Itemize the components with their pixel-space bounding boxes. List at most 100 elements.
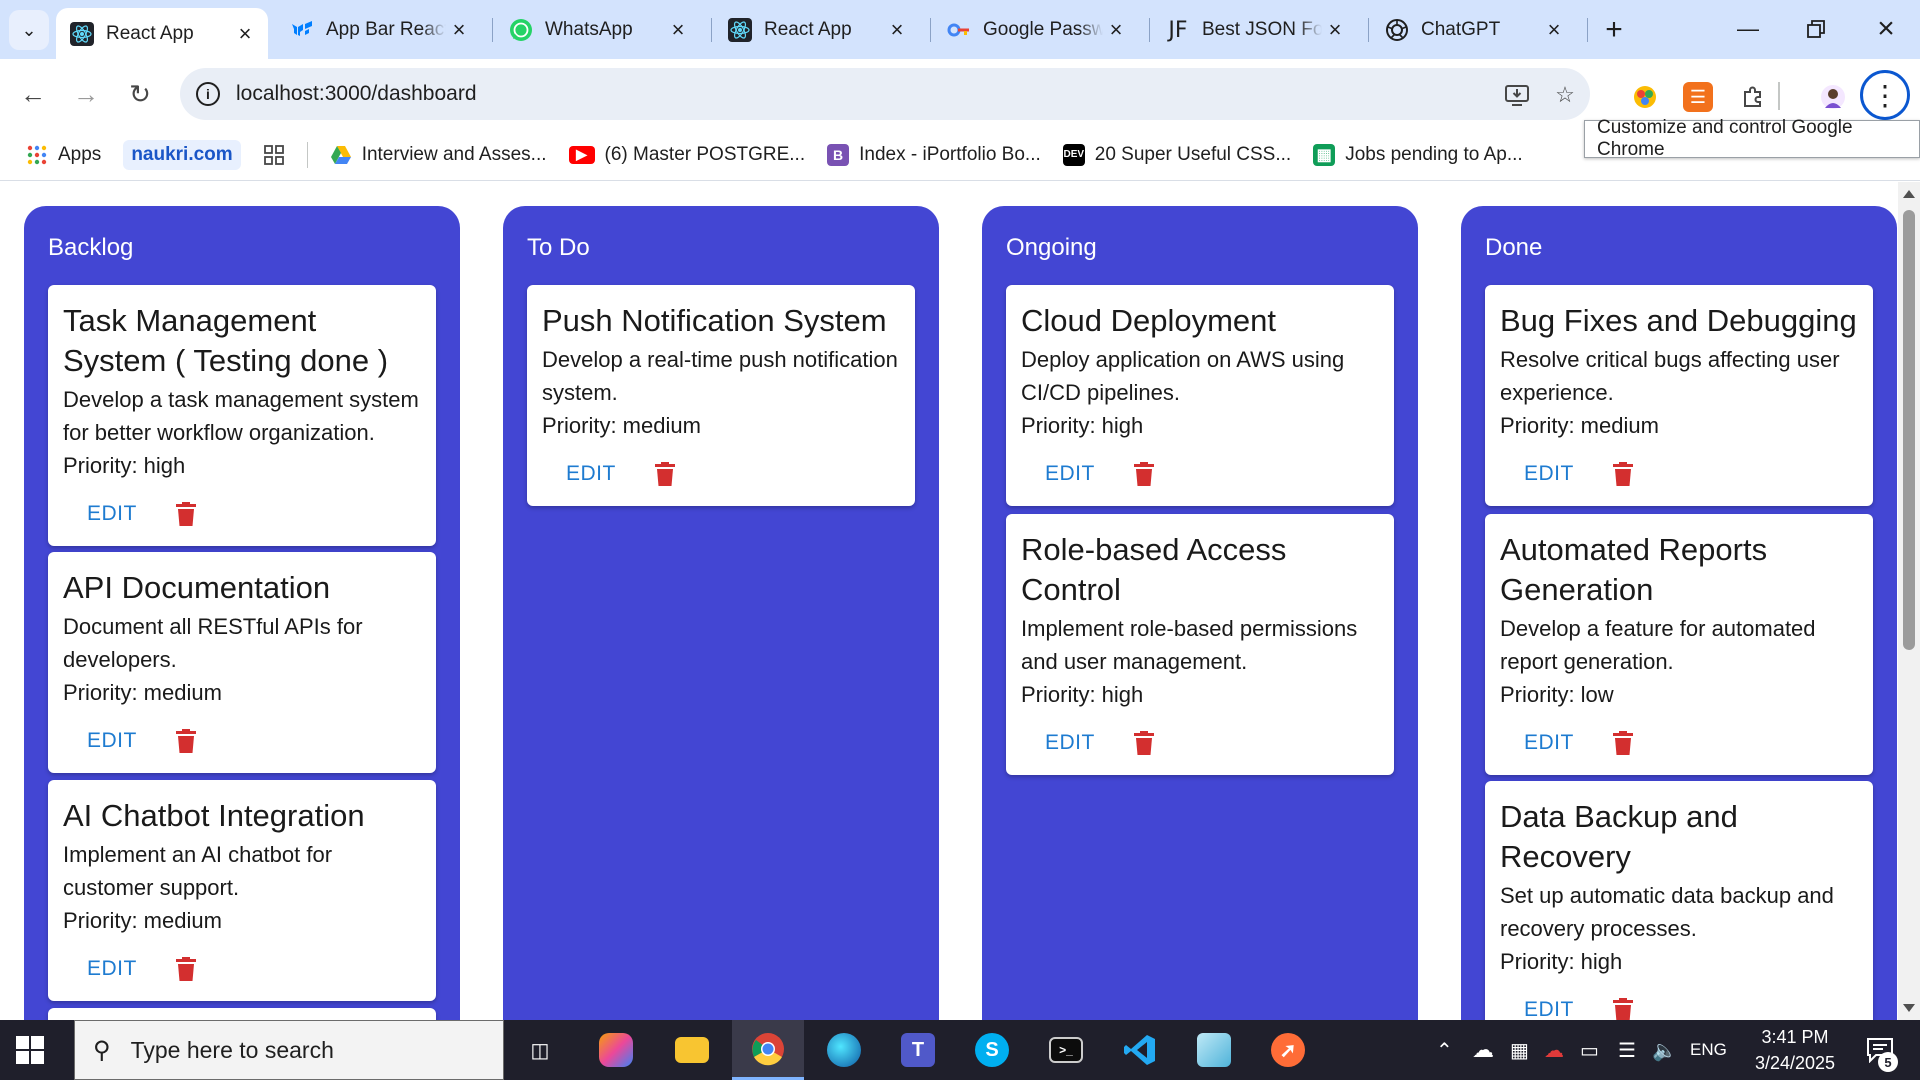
extensions-puzzle-icon[interactable] — [1738, 82, 1768, 112]
page-scrollbar[interactable] — [1898, 182, 1920, 1020]
bookmark-iportfolio[interactable]: B Index - iPortfolio Bo... — [827, 143, 1041, 166]
edit-button[interactable]: EDIT — [73, 951, 151, 987]
install-app-icon[interactable] — [1502, 80, 1532, 110]
chrome-taskbar-button[interactable] — [732, 1020, 804, 1080]
bookmark-css[interactable]: DEV 20 Super Useful CSS... — [1062, 143, 1291, 166]
card-description: Set up automatic data backup and recover… — [1500, 883, 1834, 941]
volume-tray-icon[interactable]: 🔈 — [1652, 1020, 1677, 1080]
task-card[interactable]: Data Backup and Recovery Set up automati… — [1485, 781, 1873, 1020]
close-icon[interactable]: × — [665, 17, 691, 43]
back-button[interactable]: ← — [11, 72, 55, 116]
profile-avatar[interactable] — [1818, 82, 1848, 112]
meet-tray-icon[interactable]: ▦ — [1510, 1020, 1529, 1080]
tab-whatsapp[interactable]: WhatsApp × — [495, 8, 701, 52]
delete-button[interactable] — [1610, 459, 1636, 489]
skype-taskbar-button[interactable]: S — [956, 1020, 1028, 1080]
delete-button[interactable] — [1131, 459, 1157, 489]
scroll-down-arrow-icon[interactable] — [1903, 1004, 1915, 1012]
file-explorer-button[interactable] — [656, 1020, 728, 1080]
task-view-button[interactable]: ◫ — [504, 1020, 576, 1080]
terminal-taskbar-button[interactable]: >_ — [1030, 1020, 1102, 1080]
language-indicator[interactable]: ENG — [1690, 1020, 1727, 1080]
color-picker-extension-icon[interactable] — [1630, 82, 1660, 112]
close-icon[interactable]: × — [884, 17, 910, 43]
reload-button[interactable]: ↻ — [118, 72, 162, 116]
tab-separator — [1149, 18, 1150, 42]
card-title: Data Backup and Recovery — [1500, 799, 1738, 874]
bookmark-interview[interactable]: Interview and Asses... — [330, 144, 547, 166]
edit-button[interactable]: EDIT — [552, 456, 630, 492]
delete-button[interactable] — [1610, 995, 1636, 1020]
wifi-tray-icon[interactable]: ☰ — [1618, 1020, 1636, 1080]
bookmark-star-icon[interactable]: ☆ — [1550, 80, 1580, 110]
bookmark-grid[interactable] — [263, 144, 285, 166]
bookmark-naukri[interactable]: naukri.com — [123, 139, 241, 170]
tab-app-bar-react[interactable]: App Bar React × — [276, 8, 482, 52]
onedrive-tray-icon[interactable]: ☁ — [1472, 1020, 1494, 1080]
edit-button[interactable]: EDIT — [1031, 456, 1109, 492]
chrome-menu-button[interactable]: ⋮ — [1860, 70, 1910, 120]
close-icon[interactable]: × — [1322, 17, 1348, 43]
delete-button[interactable] — [173, 726, 199, 756]
scroll-up-arrow-icon[interactable] — [1903, 190, 1915, 198]
restore-button[interactable] — [1788, 6, 1844, 52]
tab-react-app-2[interactable]: React App × — [714, 8, 920, 52]
task-card[interactable]: Role-based Access Control Implement role… — [1006, 514, 1394, 775]
close-icon[interactable]: × — [1541, 17, 1567, 43]
close-icon[interactable]: × — [446, 17, 472, 43]
task-card[interactable]: Task Management System ( Testing done ) … — [48, 285, 436, 546]
close-icon: × — [1877, 12, 1895, 45]
taskbar-clock[interactable]: 3:41 PM 3/24/2025 — [1740, 1024, 1850, 1076]
taskbar-search-box[interactable]: ⚲ Type here to search — [74, 1020, 504, 1080]
edit-button[interactable]: EDIT — [73, 723, 151, 759]
edit-button[interactable]: EDIT — [1510, 725, 1588, 761]
scroll-thumb[interactable] — [1903, 210, 1915, 650]
onedrive-error-tray-icon[interactable]: ☁ — [1544, 1020, 1564, 1080]
notepad-taskbar-button[interactable] — [1178, 1020, 1250, 1080]
task-card[interactable]: AI Chatbot Integration Implement an AI c… — [48, 780, 436, 1001]
notes-extension-icon[interactable]: ☰ — [1683, 82, 1713, 112]
battery-tray-icon[interactable]: ▭ — [1580, 1020, 1599, 1080]
delete-button[interactable] — [1610, 728, 1636, 758]
show-hidden-icons-button[interactable]: ⌃ — [1436, 1020, 1453, 1080]
tab-google-passwords[interactable]: Google Passw × — [933, 8, 1139, 52]
delete-button[interactable] — [652, 459, 678, 489]
copilot-button[interactable] — [580, 1020, 652, 1080]
edit-button[interactable]: EDIT — [1510, 992, 1588, 1020]
windows-start-button[interactable] — [16, 1036, 44, 1064]
card-description: Develop a real-time push notification sy… — [542, 347, 898, 405]
task-card[interactable]: API Documentation Document all RESTful A… — [48, 552, 436, 773]
teams-taskbar-button[interactable]: T — [882, 1020, 954, 1080]
tab-react-app[interactable]: React App × — [56, 8, 268, 59]
tab-best-json-formatter[interactable]: JF Best JSON For × — [1152, 8, 1358, 52]
vscode-taskbar-button[interactable] — [1104, 1020, 1176, 1080]
new-tab-button[interactable]: + — [1596, 12, 1632, 48]
close-window-button[interactable]: × — [1858, 6, 1914, 52]
postman-taskbar-button[interactable]: ➚ — [1252, 1020, 1324, 1080]
tab-chatgpt[interactable]: ChatGPT × — [1371, 8, 1577, 52]
tab-search-button[interactable]: ⌄ — [9, 10, 49, 50]
bookmark-apps[interactable]: Apps — [26, 144, 101, 166]
close-icon[interactable]: × — [232, 21, 258, 47]
forward-button[interactable]: → — [64, 72, 108, 116]
task-card[interactable]: Bug Fixes and Debugging Resolve critical… — [1485, 285, 1873, 506]
delete-button[interactable] — [1131, 728, 1157, 758]
task-card[interactable]: Automated Reports Generation Develop a f… — [1485, 514, 1873, 775]
delete-button[interactable] — [173, 954, 199, 984]
minimize-button[interactable]: — — [1720, 6, 1776, 52]
edit-button[interactable]: EDIT — [1510, 456, 1588, 492]
task-card-partial[interactable] — [48, 1008, 436, 1020]
edit-button[interactable]: EDIT — [1031, 725, 1109, 761]
task-card[interactable]: Cloud Deployment Deploy application on A… — [1006, 285, 1394, 506]
task-card[interactable]: Push Notification System Develop a real-… — [527, 285, 915, 506]
address-bar[interactable]: i localhost:3000/dashboard ☆ — [180, 68, 1590, 120]
card-title: Cloud Deployment — [1021, 303, 1277, 338]
bookmark-postgres[interactable]: ▶ (6) Master POSTGRE... — [568, 144, 805, 166]
site-info-icon[interactable]: i — [196, 82, 220, 106]
edit-button[interactable]: EDIT — [73, 496, 151, 532]
teams-icon: T — [901, 1033, 935, 1067]
close-icon[interactable]: × — [1103, 17, 1129, 43]
bookmark-jobs[interactable]: ▦ Jobs pending to Ap... — [1313, 143, 1523, 166]
delete-button[interactable] — [173, 499, 199, 529]
edge-taskbar-button[interactable] — [808, 1020, 880, 1080]
